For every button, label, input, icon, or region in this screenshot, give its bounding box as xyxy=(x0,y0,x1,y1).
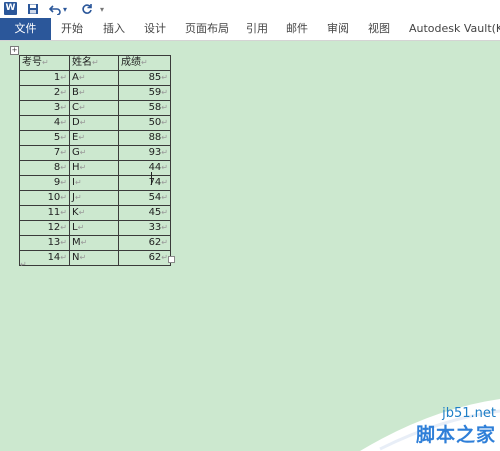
paragraph-mark: ↵ xyxy=(20,260,27,269)
tab-insert[interactable]: 插入 xyxy=(103,18,125,40)
tab-review[interactable]: 审阅 xyxy=(327,18,349,40)
table-row: 13↵ M↵ 62↵ xyxy=(19,235,171,251)
cell-id[interactable]: 12↵ xyxy=(19,220,70,236)
watermark-name: 脚本之家 xyxy=(415,424,496,446)
header-score[interactable]: 成绩↵ xyxy=(118,55,171,71)
redo-icon[interactable] xyxy=(78,1,96,17)
cell-score[interactable]: 33↵ xyxy=(118,220,171,236)
table-header-row: 考号↵ 姓名↵ 成绩↵ xyxy=(19,55,171,71)
cell-score[interactable]: 45↵ xyxy=(118,205,171,221)
cell-name[interactable]: J↵ xyxy=(69,190,119,206)
table-row: 1↵ A↵ 85↵ xyxy=(19,70,171,86)
cell-name[interactable]: K↵ xyxy=(69,205,119,221)
save-icon[interactable] xyxy=(24,1,42,17)
cell-name[interactable]: G↵ xyxy=(69,145,119,161)
tab-design[interactable]: 设计 xyxy=(144,18,166,40)
score-table: 考号↵ 姓名↵ 成绩↵ 1↵ A↵ 85↵ 2↵ B↵ 59↵ 3↵ C↵ 58… xyxy=(19,55,171,266)
quick-access-toolbar: W ▾ ▾ xyxy=(0,0,500,18)
cell-id[interactable]: 3↵ xyxy=(19,100,70,116)
word-app-icon: W xyxy=(4,2,17,15)
tab-autodesk-vault[interactable]: Autodesk Vault(K) xyxy=(409,18,500,40)
cell-name[interactable]: H↵ xyxy=(69,160,119,176)
cell-score[interactable]: 74↵ xyxy=(118,175,171,191)
cell-id[interactable]: 1↵ xyxy=(19,70,70,86)
table-row: 3↵ C↵ 58↵ xyxy=(19,100,171,116)
table-row: 11↵ K↵ 45↵ xyxy=(19,205,171,221)
cell-name[interactable]: B↵ xyxy=(69,85,119,101)
cell-score[interactable]: 44↵ xyxy=(118,160,171,176)
watermark: jb51.net 脚本之家 xyxy=(360,389,500,451)
tab-mailings[interactable]: 邮件 xyxy=(286,18,308,40)
cell-id[interactable]: 4↵ xyxy=(19,115,70,131)
tab-home[interactable]: 开始 xyxy=(61,18,83,40)
cell-score[interactable]: 93↵ xyxy=(118,145,171,161)
header-id[interactable]: 考号↵ xyxy=(19,55,70,71)
table-row: 2↵ B↵ 59↵ xyxy=(19,85,171,101)
table-row: 9↵ I↵ 74↵ xyxy=(19,175,171,191)
cell-name[interactable]: A↵ xyxy=(69,70,119,86)
cell-id[interactable]: 10↵ xyxy=(19,190,70,206)
table-row: 10↵ J↵ 54↵ xyxy=(19,190,171,206)
cell-id[interactable]: 9↵ xyxy=(19,175,70,191)
table-row: 8↵ H↵ 44↵ xyxy=(19,160,171,176)
customize-toolbar-icon[interactable]: ▾ xyxy=(97,1,107,17)
cell-score[interactable]: 50↵ xyxy=(118,115,171,131)
tab-view[interactable]: 视图 xyxy=(368,18,390,40)
table-row: 14↵ N↵ 62↵ xyxy=(19,250,171,266)
table-row: 12↵ L↵ 33↵ xyxy=(19,220,171,236)
cell-name[interactable]: C↵ xyxy=(69,100,119,116)
cell-score[interactable]: 54↵ xyxy=(118,190,171,206)
cell-name[interactable]: L↵ xyxy=(69,220,119,236)
header-name[interactable]: 姓名↵ xyxy=(69,55,119,71)
cell-score[interactable]: 62↵ xyxy=(118,235,171,251)
tab-references[interactable]: 引用 xyxy=(246,18,268,40)
cell-score[interactable]: 58↵ xyxy=(118,100,171,116)
table-move-handle[interactable]: + xyxy=(10,46,19,55)
ribbon-tabs: 文件 开始 插入 设计 页面布局 引用 邮件 审阅 视图 Autodesk Va… xyxy=(0,18,500,41)
cell-id[interactable]: 11↵ xyxy=(19,205,70,221)
cell-score[interactable]: 88↵ xyxy=(118,130,171,146)
cell-id[interactable]: 14↵ xyxy=(19,250,70,266)
table-row: 7↵ G↵ 93↵ xyxy=(19,145,171,161)
cell-id[interactable]: 2↵ xyxy=(19,85,70,101)
cell-score[interactable]: 59↵ xyxy=(118,85,171,101)
cell-id[interactable]: 8↵ xyxy=(19,160,70,176)
tab-page-layout[interactable]: 页面布局 xyxy=(185,18,229,40)
cell-name[interactable]: N↵ xyxy=(69,250,119,266)
cell-score[interactable]: 85↵ xyxy=(118,70,171,86)
cell-name[interactable]: M↵ xyxy=(69,235,119,251)
cell-name[interactable]: I↵ xyxy=(69,175,119,191)
undo-dropdown-icon[interactable]: ▾ xyxy=(60,1,70,17)
cell-id[interactable]: 5↵ xyxy=(19,130,70,146)
cell-name[interactable]: D↵ xyxy=(69,115,119,131)
cell-id[interactable]: 7↵ xyxy=(19,145,70,161)
table-row: 5↵ E↵ 88↵ xyxy=(19,130,171,146)
table-row: 4↵ D↵ 50↵ xyxy=(19,115,171,131)
text-cursor xyxy=(151,172,152,185)
cell-id[interactable]: 13↵ xyxy=(19,235,70,251)
watermark-site: jb51.net xyxy=(442,406,496,421)
tab-file[interactable]: 文件 xyxy=(0,18,51,40)
cell-score[interactable]: 62↵ xyxy=(118,250,171,266)
table-resize-handle[interactable] xyxy=(168,256,175,263)
cell-name[interactable]: E↵ xyxy=(69,130,119,146)
